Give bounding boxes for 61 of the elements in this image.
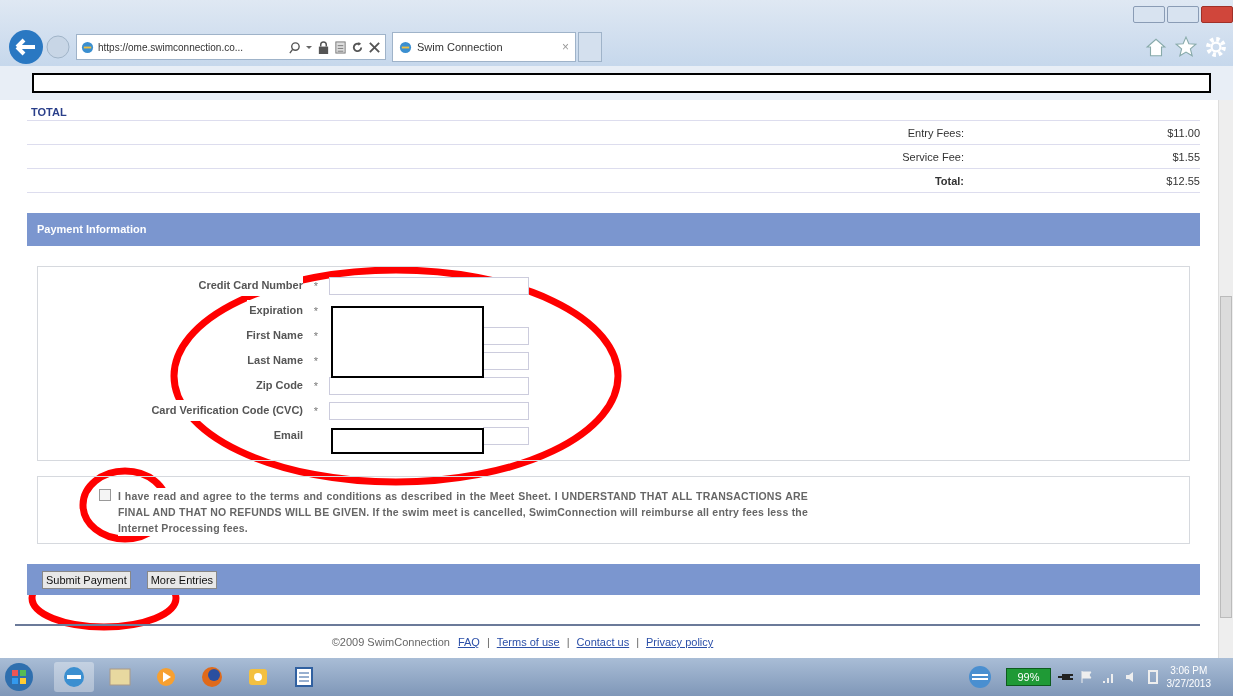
copyright-text: ©2009 SwimConnection (331, 636, 450, 648)
fee-label: Entry Fees: (907, 126, 964, 139)
more-entries-button[interactable]: More Entries (146, 570, 218, 589)
input-field[interactable] (483, 326, 529, 345)
terms-text: I have read and agree to the terms and conditions as described in the Meet Sheet. I UNDERSTAND THAT ALL TRANSACTIONS ARE FINAL AND THAT NO REFUNDS WILL BE GIVEN. If the swim meet is cancelled, SwimConnection will reimburse all entry fees less the Internet Processing fees. (118, 488, 808, 536)
start-button[interactable] (4, 662, 34, 692)
input-field[interactable] (483, 426, 529, 445)
footer-link[interactable]: Privacy policy (646, 636, 714, 648)
fee-label: Service Fee: (902, 150, 964, 163)
fee-label: Total: (934, 174, 964, 187)
required-marker: * (312, 279, 320, 292)
separator: | (486, 636, 490, 648)
refresh-icon[interactable] (351, 40, 364, 54)
footer-link[interactable]: Terms of use (496, 636, 560, 648)
url-text: https://ome.swimconnection.co... (98, 41, 244, 53)
page-icon (81, 40, 94, 54)
required-marker: * (312, 354, 320, 367)
stop-icon[interactable] (368, 40, 381, 54)
input-field[interactable] (329, 376, 529, 395)
compatibility-icon[interactable] (334, 40, 347, 54)
maximize-button[interactable] (1167, 6, 1199, 23)
lock-icon[interactable] (317, 40, 330, 54)
footer-link[interactable]: Contact us (576, 636, 630, 648)
fee-amount: $11.00 (1166, 126, 1200, 139)
required-marker: * (312, 404, 320, 417)
fee-amount: $1.55 (1171, 150, 1200, 163)
footer-link[interactable]: FAQ (457, 636, 480, 648)
home-icon[interactable] (1145, 36, 1167, 59)
dropdown-icon[interactable] (305, 43, 313, 52)
agree-checkbox[interactable] (99, 489, 111, 501)
tab-title: Swim Connection (417, 41, 503, 54)
section-heading: TOTAL (27, 104, 1200, 121)
fee-amount: $12.55 (1165, 174, 1200, 187)
required-marker: * (312, 304, 320, 317)
input-field[interactable] (329, 276, 529, 295)
required-marker: * (312, 329, 320, 342)
forward-button[interactable] (46, 35, 70, 60)
close-button[interactable] (1201, 6, 1233, 23)
scrollbar[interactable] (1218, 100, 1233, 658)
settings-icon[interactable] (1205, 36, 1227, 59)
address-bar[interactable]: https://ome.swimconnection.co... (76, 34, 386, 61)
browser-tab[interactable]: Swim Connection × (392, 32, 576, 63)
browser-taskbar-icon[interactable] (54, 662, 94, 692)
battery-indicator[interactable]: 99% (1006, 668, 1051, 686)
separator: | (566, 636, 570, 648)
favorites-star-icon[interactable] (1175, 36, 1197, 59)
back-button[interactable] (8, 29, 44, 66)
flag-icon[interactable] (1078, 669, 1095, 685)
page-icon (399, 40, 412, 54)
field-label: Credit Card Number (196, 275, 303, 296)
required-marker: * (312, 379, 320, 392)
separator: | (636, 636, 640, 648)
minimize-button[interactable] (1133, 6, 1165, 23)
new-tab-button[interactable] (578, 32, 602, 63)
input-field[interactable] (483, 351, 529, 370)
section-header: Payment Information (27, 213, 1200, 246)
scrollbar-thumb[interactable] (1220, 296, 1232, 618)
input-field[interactable] (329, 401, 529, 420)
submit-button[interactable]: Submit Payment (42, 570, 131, 589)
field-label: Card Verification Code (CVC) (149, 400, 303, 421)
search-icon[interactable] (288, 40, 301, 54)
